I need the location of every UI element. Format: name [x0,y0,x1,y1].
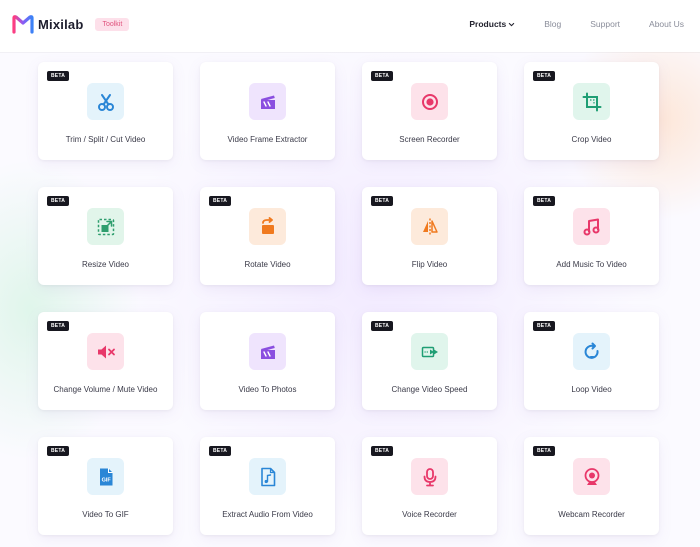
tool-card[interactable]: BETA Crop Video [524,62,659,160]
nav-about[interactable]: About Us [649,19,684,29]
tool-label: Crop Video [571,135,612,144]
flip-icon [422,218,438,235]
crop-icon [582,92,601,111]
tool-icon-tile [249,333,286,370]
tool-label: Screen Recorder [399,135,460,144]
brand-logo[interactable]: Mixilab Toolkit [12,14,130,34]
beta-badge: BETA [47,321,70,331]
music-note-icon [583,218,599,235]
tool-icon-tile [249,83,286,120]
beta-badge: BETA [533,196,556,206]
main-nav: Products Blog Support About Us [469,19,684,29]
tool-icon-tile [411,333,448,370]
svg-text:GIF: GIF [101,477,111,483]
nav-blog[interactable]: Blog [544,19,561,29]
tool-icon-tile: GIF [87,458,124,495]
tool-icon-tile [87,208,124,245]
speed-icon [421,346,438,357]
tool-icon-tile [411,458,448,495]
beta-badge: BETA [371,321,394,331]
tool-card[interactable]: BETA Webcam Recorder [524,437,659,535]
tool-icon-tile [411,208,448,245]
tool-label: Rotate Video [244,260,291,269]
tool-icon-tile [573,333,610,370]
webcam-icon [584,467,599,485]
tool-icon-tile [87,333,124,370]
tool-card[interactable]: BETA Change Volume / Mute Video [38,312,173,410]
tool-grid: BETA Trim / Split / Cut Video Video Frame … [38,62,659,535]
mixilab-logo-icon [12,15,34,34]
beta-badge: BETA [209,446,232,456]
gif-file-icon: GIF [99,468,112,485]
tool-label: Voice Recorder [402,510,457,519]
scissors-icon [97,93,114,111]
tool-label: Add Music To Video [556,260,627,269]
loop-icon [584,342,599,359]
tool-card[interactable]: BETA Extract Audio From Video [200,437,335,535]
tool-label: Resize Video [82,260,129,269]
beta-badge: BETA [47,196,70,206]
tool-card[interactable]: BETA Voice Recorder [362,437,497,535]
tool-card[interactable]: BETA Rotate Video [200,187,335,285]
tool-label: Extract Audio From Video [222,510,313,519]
tool-label: Trim / Split / Cut Video [65,135,146,144]
nav-products-label: Products [469,19,507,29]
tool-icon-tile [249,458,286,495]
microphone-icon [423,467,436,486]
tool-label: Video Frame Extractor [227,135,308,144]
tool-card[interactable]: BETA Resize Video [38,187,173,285]
clapperboard-icon [260,95,275,109]
beta-badge: BETA [209,196,232,206]
toolkit-badge: Toolkit [95,17,130,31]
nav-products[interactable]: Products [469,19,515,29]
beta-badge: BETA [371,71,394,81]
tool-card[interactable]: Video To Photos [200,312,335,410]
brand-name: Mixilab [38,16,84,32]
tool-label: Video To Photos [238,385,297,394]
chevron-down-icon [509,22,515,27]
rotate-icon [261,216,274,234]
tool-card[interactable]: BETA Screen Recorder [362,62,497,160]
tool-icon-tile [411,83,448,120]
top-header: Mixilab Toolkit Products Blog Support Ab… [0,0,700,52]
tool-icon-tile [249,208,286,245]
nav-support[interactable]: Support [590,19,620,29]
tool-label: Flip Video [411,260,448,269]
tool-card[interactable]: BETA Loop Video [524,312,659,410]
tool-icon-tile [87,83,124,120]
tool-card[interactable]: BETA Flip Video [362,187,497,285]
tool-label: Loop Video [571,385,612,394]
tool-label: Change Volume / Mute Video [53,385,158,394]
tool-icon-tile [573,208,610,245]
mute-icon [97,345,115,358]
beta-badge: BETA [533,71,556,81]
tool-label: Video To GIF [82,510,129,519]
beta-badge: BETA [533,321,556,331]
resize-icon [97,218,114,235]
tool-icon-tile [573,458,610,495]
tool-card[interactable]: BETA GIF Video To GIF [38,437,173,535]
tool-label: Change Video Speed [391,385,468,394]
tool-card[interactable]: BETA Trim / Split / Cut Video [38,62,173,160]
beta-badge: BETA [371,446,394,456]
beta-badge: BETA [47,446,70,456]
tool-card[interactable]: BETA Change Video Speed [362,312,497,410]
tool-card[interactable]: Video Frame Extractor [200,62,335,160]
tool-label: Webcam Recorder [558,510,625,519]
beta-badge: BETA [533,446,556,456]
tool-card[interactable]: BETA Add Music To Video [524,187,659,285]
beta-badge: BETA [371,196,394,206]
record-icon [421,93,438,110]
tool-icon-tile [573,83,610,120]
audio-file-icon [260,467,275,486]
clapperboard-icon [260,345,275,359]
beta-badge: BETA [47,71,70,81]
